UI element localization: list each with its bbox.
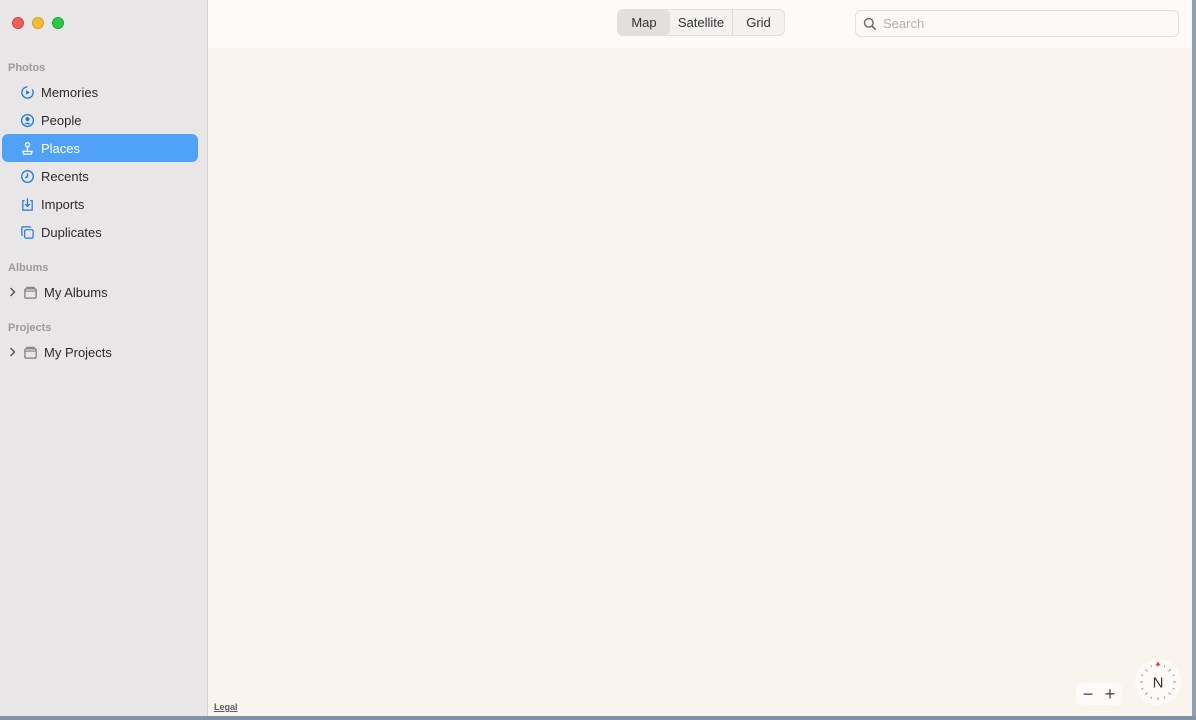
toolbar: Map Satellite Grid bbox=[208, 0, 1192, 48]
sidebar-item-memories[interactable]: Memories bbox=[2, 78, 198, 106]
recents-icon bbox=[19, 168, 35, 184]
sidebar-item-label: Places bbox=[41, 140, 81, 156]
compass[interactable]: N bbox=[1135, 659, 1181, 705]
duplicates-icon bbox=[19, 224, 35, 240]
close-window-button[interactable] bbox=[12, 17, 24, 29]
compass-north-label: N bbox=[1153, 675, 1164, 692]
sidebar-item-places[interactable]: Places bbox=[2, 134, 198, 162]
desktop-edge-right bbox=[1192, 0, 1196, 720]
folder-icon bbox=[22, 284, 38, 300]
folder-icon bbox=[22, 344, 38, 360]
sidebar-item-my-albums[interactable]: My Albums bbox=[2, 278, 198, 306]
people-icon bbox=[19, 112, 35, 128]
imports-icon bbox=[19, 196, 35, 212]
sidebar-item-my-projects[interactable]: My Projects bbox=[2, 338, 198, 366]
sidebar-item-label: My Projects bbox=[44, 344, 112, 360]
minimize-window-button[interactable] bbox=[32, 17, 44, 29]
section-label-projects: Projects bbox=[8, 322, 52, 334]
sidebar-item-label: My Albums bbox=[44, 284, 108, 300]
sidebar-item-duplicates[interactable]: Duplicates bbox=[2, 218, 198, 246]
chevron-right-icon[interactable] bbox=[7, 347, 17, 357]
photos-window: Photos Memories People Places Recents Im… bbox=[0, 0, 1192, 716]
legal-link[interactable]: Legal bbox=[214, 702, 238, 712]
view-mode-control: Map Satellite Grid bbox=[617, 9, 785, 36]
sidebar-item-people[interactable]: People bbox=[2, 106, 198, 134]
sidebar-item-label: Recents bbox=[41, 168, 89, 184]
sidebar-item-label: Duplicates bbox=[41, 224, 102, 240]
desktop-edge-bottom bbox=[0, 716, 1196, 720]
chevron-right-icon[interactable] bbox=[7, 287, 17, 297]
zoom-in-button[interactable]: + bbox=[1102, 685, 1118, 703]
sidebar-item-recents[interactable]: Recents bbox=[2, 162, 198, 190]
zoom-out-button[interactable]: − bbox=[1080, 685, 1096, 703]
sidebar-item-label: Imports bbox=[41, 196, 85, 212]
sidebar-item-label: Memories bbox=[41, 84, 99, 100]
section-label-albums: Albums bbox=[8, 262, 49, 274]
sidebar-item-label: People bbox=[41, 112, 82, 128]
tab-map[interactable]: Map bbox=[618, 10, 670, 35]
search-icon bbox=[863, 17, 877, 31]
maximize-window-button[interactable] bbox=[52, 17, 64, 29]
search-field[interactable] bbox=[855, 10, 1179, 37]
sidebar: Photos Memories People Places Recents Im… bbox=[0, 0, 208, 716]
compass-icon: N bbox=[1140, 661, 1176, 700]
sidebar-item-imports[interactable]: Imports bbox=[2, 190, 198, 218]
search-input[interactable] bbox=[883, 16, 1163, 31]
map-view[interactable]: Legal − + N bbox=[208, 48, 1192, 716]
zoom-control: − + bbox=[1076, 683, 1122, 705]
tab-satellite[interactable]: Satellite bbox=[670, 10, 732, 35]
places-icon bbox=[19, 140, 35, 156]
memories-icon bbox=[19, 84, 35, 100]
section-label-photos: Photos bbox=[8, 62, 46, 74]
tab-grid[interactable]: Grid bbox=[732, 10, 784, 35]
window-controls bbox=[12, 17, 64, 29]
